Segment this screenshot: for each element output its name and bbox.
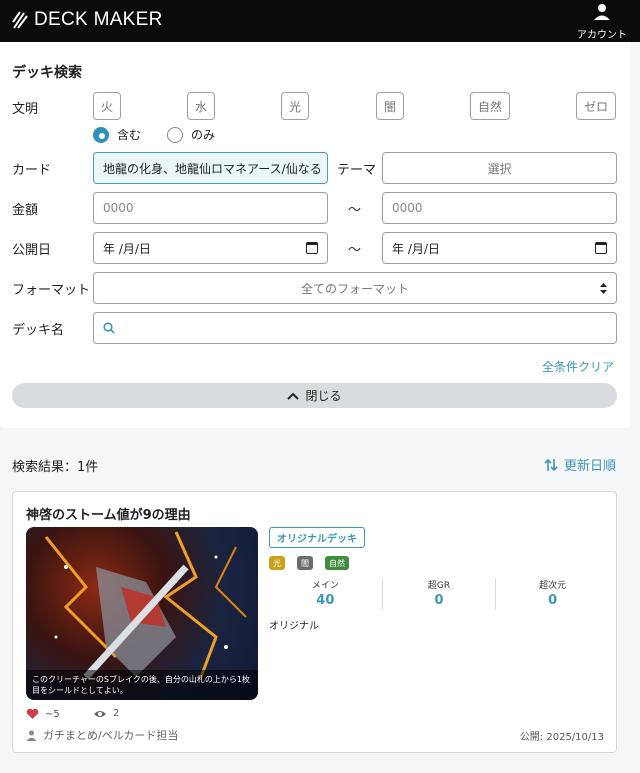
match-mode-only-label: のみ bbox=[191, 128, 216, 142]
format-label: フォーマット bbox=[12, 283, 91, 298]
deck-format: オリジナル bbox=[269, 621, 319, 632]
civ-badge-light: 光 bbox=[269, 556, 285, 570]
date-from-input[interactable]: 年 /月/日 bbox=[93, 232, 328, 264]
match-mode-include-label: 含む bbox=[117, 128, 142, 142]
result-count: 検索結果：1件 bbox=[12, 460, 99, 475]
account-label: アカウント bbox=[577, 30, 627, 41]
likes-count: ~5 bbox=[45, 708, 60, 720]
match-mode-only[interactable]: のみ bbox=[167, 126, 215, 143]
calendar-icon[interactable] bbox=[306, 242, 318, 254]
civ-toggle-fire[interactable]: 火 bbox=[93, 92, 121, 120]
radio-checked-icon bbox=[93, 126, 109, 143]
search-panel-title: デッキ検索 bbox=[12, 65, 82, 81]
search-panel: デッキ検索 文明 火 水 光 闇 自然 ゼロ 含む のみ カード 地龍の化身、地… bbox=[0, 42, 630, 428]
card-text-caption: このクリーチャーのSブレイクの後、自分の山札の上から1枚目をシールドとしてよい。 bbox=[26, 670, 258, 700]
gr-count: 超GR 0 bbox=[383, 578, 497, 610]
count-value: 0 bbox=[548, 593, 558, 608]
heart-icon bbox=[26, 708, 39, 719]
select-arrows-icon bbox=[600, 283, 607, 294]
civ-badge-darkness: 闇 bbox=[297, 556, 313, 570]
match-mode-include[interactable]: 含む bbox=[93, 126, 141, 143]
count-value: 0 bbox=[434, 593, 444, 608]
count-label: メイン bbox=[311, 581, 339, 591]
format-select[interactable]: 全てのフォーマット bbox=[93, 272, 617, 304]
format-select-value: 全てのフォーマット bbox=[300, 281, 409, 296]
theme-label: テーマ bbox=[337, 163, 377, 178]
date-range-separator: 〜 bbox=[348, 243, 362, 258]
card-input[interactable]: 地龍の化身、地龍仙ロマネアース/仙なる bbox=[93, 152, 328, 184]
close-search-button[interactable]: 閉じる bbox=[12, 383, 617, 408]
civ-toggle-water[interactable]: 水 bbox=[187, 92, 215, 120]
clear-all-link[interactable]: 全条件クリア bbox=[542, 358, 614, 375]
count-value: 40 bbox=[316, 593, 335, 608]
date-to-value: 年 /月/日 bbox=[392, 241, 440, 256]
chevron-up-icon bbox=[287, 392, 300, 400]
original-deck-badge: オリジナルデッキ bbox=[269, 527, 365, 548]
user-icon bbox=[26, 730, 37, 741]
close-search-label: 閉じる bbox=[305, 389, 342, 403]
logo[interactable]: DECK MAKER bbox=[12, 9, 163, 31]
date-to-input[interactable]: 年 /月/日 bbox=[382, 232, 617, 264]
hyperspatial-count: 超次元 0 bbox=[496, 578, 609, 610]
deck-thumbnail[interactable]: このクリーチャーのSブレイクの後、自分の山札の上から1枚目をシールドとしてよい。 bbox=[26, 527, 258, 700]
likes[interactable]: ~5 bbox=[26, 708, 60, 720]
logo-mark-icon bbox=[12, 11, 28, 29]
price-range-separator: 〜 bbox=[348, 203, 362, 218]
civilization-label: 文明 bbox=[12, 102, 39, 117]
user-icon bbox=[594, 4, 610, 20]
deck-card[interactable]: 神啓のストーム値が9の理由 このクリーチャーのSブレイクの後、自分の山札の上から… bbox=[12, 491, 617, 753]
price-max-input[interactable]: 0000 bbox=[382, 192, 617, 224]
main-count: メイン 40 bbox=[269, 578, 383, 610]
logo-text: DECK MAKER bbox=[34, 9, 163, 30]
views: 2 bbox=[93, 708, 119, 719]
deck-name-input[interactable] bbox=[93, 312, 617, 344]
price-min-input[interactable]: 0000 bbox=[93, 192, 328, 224]
search-icon bbox=[103, 322, 115, 334]
card-label: カード bbox=[12, 163, 52, 178]
count-label: 超GR bbox=[427, 581, 451, 591]
deck-name-label: デッキ名 bbox=[12, 323, 65, 338]
sort-label: 更新日順 bbox=[563, 459, 616, 474]
sort-button[interactable]: 更新日順 bbox=[544, 455, 616, 474]
author-name: ガチまとめ/ベルカード担当 bbox=[43, 729, 179, 742]
published-date: 公開: 2025/10/13 bbox=[519, 732, 604, 743]
civ-toggle-light[interactable]: 光 bbox=[281, 92, 309, 120]
deck-title[interactable]: 神啓のストーム値が9の理由 bbox=[26, 504, 191, 523]
civ-toggle-darkness[interactable]: 闇 bbox=[376, 92, 404, 120]
theme-select[interactable]: 選択 bbox=[382, 152, 617, 184]
calendar-icon[interactable] bbox=[595, 242, 607, 254]
deck-counts: メイン 40 超GR 0 超次元 0 bbox=[269, 578, 609, 610]
account-button[interactable]: アカウント bbox=[574, 3, 630, 41]
views-count: 2 bbox=[113, 708, 120, 719]
price-label: 金額 bbox=[12, 203, 39, 218]
civ-badge-nature: 自然 bbox=[325, 556, 349, 570]
radio-unchecked-icon bbox=[167, 126, 183, 143]
app-header: DECK MAKER アカウント bbox=[0, 0, 640, 42]
count-label: 超次元 bbox=[539, 581, 567, 591]
civ-toggle-nature[interactable]: 自然 bbox=[470, 92, 510, 120]
civ-toggle-zero[interactable]: ゼロ bbox=[576, 92, 616, 120]
eye-icon bbox=[94, 710, 106, 717]
published-label: 公開日 bbox=[12, 243, 52, 258]
date-from-value: 年 /月/日 bbox=[103, 241, 151, 256]
sort-arrows-icon bbox=[544, 458, 558, 471]
author[interactable]: ガチまとめ/ベルカード担当 bbox=[26, 727, 178, 743]
